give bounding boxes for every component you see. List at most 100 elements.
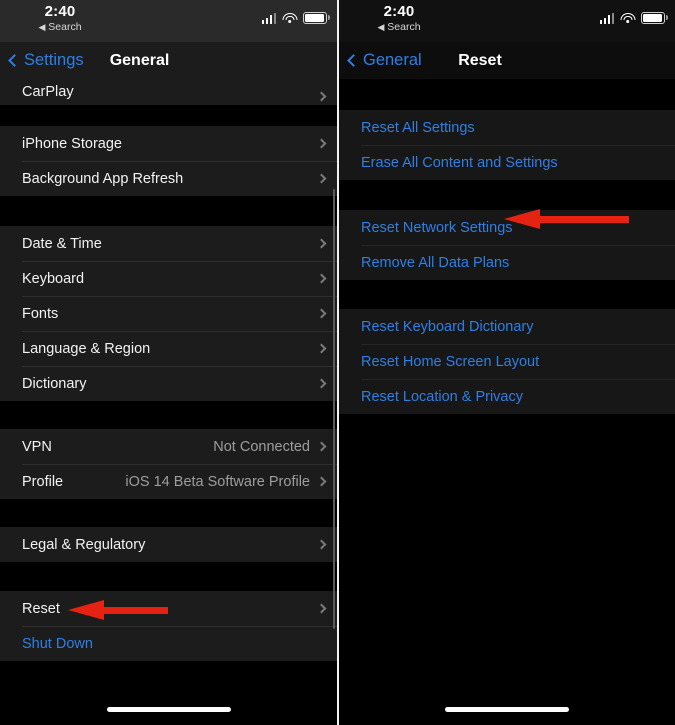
list-item-label: VPN <box>22 438 52 455</box>
back-button-label: Settings <box>24 51 84 69</box>
status-bar-return-to-search[interactable]: ◀ Search <box>339 22 459 33</box>
list-item-label: Legal & Regulatory <box>22 536 146 553</box>
list-item-label: Reset Network Settings <box>361 219 513 236</box>
status-bar-clock: 2:40 <box>44 3 76 20</box>
chevron-right-icon <box>316 539 327 550</box>
list-item-reset-network-settings[interactable]: Reset Network Settings <box>339 210 675 245</box>
status-bar-return-label: Search <box>387 21 421 33</box>
list-item-label: iPhone Storage <box>22 135 122 152</box>
list-item-label: CarPlay <box>22 84 74 100</box>
back-button-label: General <box>363 51 422 69</box>
list-item-language-and-region[interactable]: Language & Region <box>0 331 337 366</box>
chevron-right-icon <box>316 173 327 184</box>
status-bar-time-block: 2:40 ◀ Search <box>339 4 459 33</box>
group-separator <box>0 499 337 527</box>
group-separator <box>0 401 337 429</box>
chevron-right-icon <box>316 138 327 149</box>
list-item-label: Language & Region <box>22 340 151 357</box>
chevron-left-icon <box>347 54 360 67</box>
list-group: iPhone Storage Background App Refresh <box>0 126 337 196</box>
cellular-bars-icon <box>599 12 614 24</box>
status-bar: 2:40 ◀ Search <box>339 0 675 42</box>
list-item-value: iOS 14 Beta Software Profile <box>125 473 310 490</box>
list-item-label: Fonts <box>22 305 59 322</box>
list-item-erase-all-content-and-settings[interactable]: Erase All Content and Settings <box>339 145 675 180</box>
list-item-carplay[interactable]: CarPlay <box>0 79 337 105</box>
status-bar-indicators <box>261 12 330 24</box>
left-phone-screen: 2:40 ◀ Search Settings General CarPlay i… <box>0 0 337 725</box>
reset-list[interactable]: Reset All Settings Erase All Content and… <box>339 79 675 725</box>
group-separator <box>0 562 337 591</box>
chevron-right-icon <box>316 308 327 319</box>
scrollbar-thumb[interactable] <box>332 189 335 629</box>
list-group: Legal & Regulatory <box>0 527 337 562</box>
list-item-keyboard[interactable]: Keyboard <box>0 261 337 296</box>
right-phone-screen: 2:40 ◀ Search General Reset Reset All Se… <box>339 0 675 725</box>
chevron-right-icon <box>316 343 327 354</box>
list-item-dictionary[interactable]: Dictionary <box>0 366 337 401</box>
list-item-reset-keyboard-dictionary[interactable]: Reset Keyboard Dictionary <box>339 309 675 344</box>
list-item-reset-home-screen-layout[interactable]: Reset Home Screen Layout <box>339 344 675 379</box>
status-bar-return-to-search[interactable]: ◀ Search <box>0 22 120 33</box>
chevron-right-icon <box>316 603 327 614</box>
status-bar-clock: 2:40 <box>383 3 415 20</box>
list-item-label: Reset Location & Privacy <box>361 388 523 405</box>
list-item-label: Remove All Data Plans <box>361 254 510 271</box>
dual-phone-screenshot: 2:40 ◀ Search Settings General CarPlay i… <box>0 0 675 725</box>
list-group: VPN Not Connected Profile iOS 14 Beta So… <box>0 429 337 499</box>
home-indicator <box>106 707 231 712</box>
list-group: CarPlay <box>0 79 337 105</box>
list-item-reset-location-and-privacy[interactable]: Reset Location & Privacy <box>339 379 675 414</box>
list-item-label: Date & Time <box>22 235 102 252</box>
list-item-reset-all-settings[interactable]: Reset All Settings <box>339 110 675 145</box>
list-group: Date & Time Keyboard Fonts Language & Re… <box>0 226 337 401</box>
list-item-reset[interactable]: Reset <box>0 591 337 626</box>
battery-icon <box>641 12 668 24</box>
list-group: Reset Network Settings Remove All Data P… <box>339 210 675 280</box>
list-item-label: Reset Home Screen Layout <box>361 353 540 370</box>
list-item-label: Reset All Settings <box>361 119 475 136</box>
chevron-right-icon <box>316 273 327 284</box>
back-button-settings[interactable]: Settings <box>8 51 84 70</box>
chevron-left-icon <box>8 54 21 67</box>
list-item-label: Profile <box>22 473 64 490</box>
chevron-right-icon <box>316 378 327 389</box>
group-separator <box>0 196 337 226</box>
list-item-fonts[interactable]: Fonts <box>0 296 337 331</box>
list-item-label: Keyboard <box>22 270 85 287</box>
status-bar-return-label: Search <box>48 21 82 33</box>
home-indicator <box>445 707 569 712</box>
cellular-bars-icon <box>261 12 276 24</box>
list-item-iphone-storage[interactable]: iPhone Storage <box>0 126 337 161</box>
list-item-label: Reset Keyboard Dictionary <box>361 318 534 335</box>
status-bar-time-block: 2:40 ◀ Search <box>0 4 120 33</box>
group-separator <box>339 79 675 110</box>
chevron-right-icon <box>316 476 327 487</box>
battery-icon <box>303 12 330 24</box>
list-item-shut-down[interactable]: Shut Down <box>0 626 337 661</box>
back-button-general[interactable]: General <box>347 51 422 70</box>
list-group: Reset Keyboard Dictionary Reset Home Scr… <box>339 309 675 414</box>
navigation-bar: General Reset <box>339 42 675 79</box>
status-bar-indicators <box>599 12 668 24</box>
chevron-right-icon <box>316 441 327 452</box>
list-item-date-and-time[interactable]: Date & Time <box>0 226 337 261</box>
wifi-icon <box>282 12 297 24</box>
chevron-right-icon <box>316 91 327 102</box>
list-item-remove-all-data-plans[interactable]: Remove All Data Plans <box>339 245 675 280</box>
list-group: Reset Shut Down <box>0 591 337 661</box>
chevron-right-icon <box>316 238 327 249</box>
group-separator <box>0 105 337 126</box>
list-item-profile[interactable]: Profile iOS 14 Beta Software Profile <box>0 464 337 499</box>
list-item-vpn[interactable]: VPN Not Connected <box>0 429 337 464</box>
navigation-bar: Settings General <box>0 42 337 79</box>
back-triangle-icon: ◀ <box>38 21 46 32</box>
list-item-value: Not Connected <box>213 438 310 455</box>
settings-list[interactable]: CarPlay iPhone Storage Background App Re… <box>0 79 337 725</box>
list-item-label: Shut Down <box>22 635 93 652</box>
list-item-label: Background App Refresh <box>22 170 184 187</box>
list-item-legal-and-regulatory[interactable]: Legal & Regulatory <box>0 527 337 562</box>
list-item-label: Erase All Content and Settings <box>361 154 558 171</box>
list-item-background-app-refresh[interactable]: Background App Refresh <box>0 161 337 196</box>
list-group: Reset All Settings Erase All Content and… <box>339 110 675 180</box>
